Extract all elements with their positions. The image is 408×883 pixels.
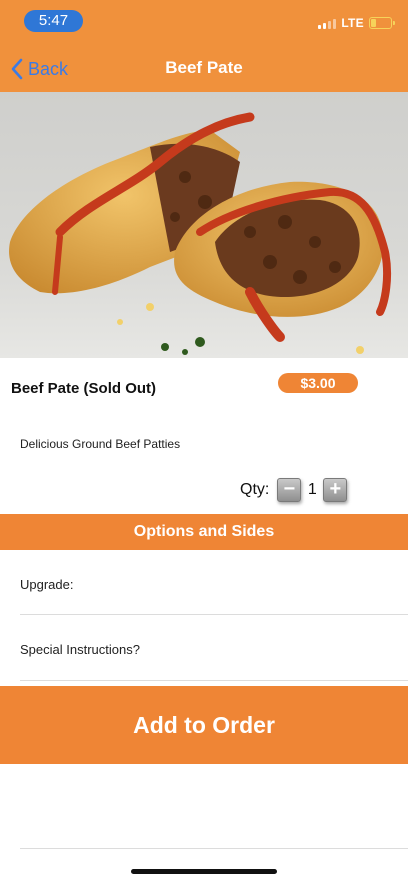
minus-icon[interactable]: −	[277, 478, 302, 502]
quantity-stepper: Qty: − 1 +	[240, 476, 348, 504]
qty-value: 1	[307, 481, 317, 498]
status-time: 5:47	[24, 10, 83, 32]
plus-icon[interactable]: +	[323, 478, 348, 502]
divider	[20, 680, 408, 681]
product-image	[0, 92, 408, 358]
product-description: Delicious Ground Beef Patties	[20, 437, 181, 451]
divider	[20, 848, 408, 849]
divider	[20, 614, 408, 615]
header-bar: 5:47 LTE Back Beef Pate	[0, 0, 408, 92]
price-badge: $3.00	[278, 373, 358, 393]
battery-icon	[369, 17, 395, 29]
upgrade-field[interactable]: Upgrade:	[20, 577, 408, 595]
qty-label: Qty:	[240, 481, 270, 498]
signal-icon	[318, 18, 337, 29]
home-indicator[interactable]	[131, 869, 277, 874]
status-indicators: LTE	[318, 14, 395, 32]
add-to-order-button[interactable]: Add to Order	[0, 686, 408, 764]
page-title: Beef Pate	[165, 58, 243, 77]
special-instructions-field[interactable]: Special Instructions?	[20, 642, 408, 660]
product-name: Beef Pate (Sold Out)	[11, 380, 157, 397]
options-section-header: Options and Sides	[0, 514, 408, 550]
network-label: LTE	[341, 16, 364, 30]
